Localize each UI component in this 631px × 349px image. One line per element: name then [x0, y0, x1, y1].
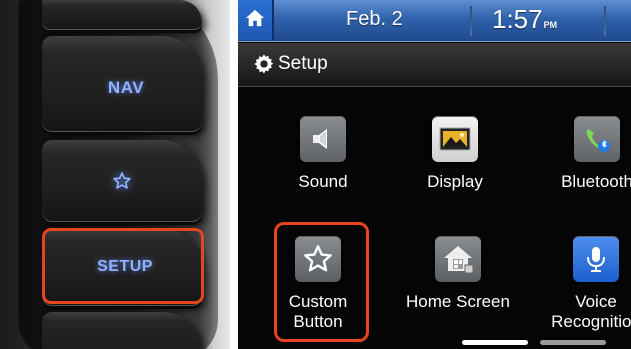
tile-label-bluetooth: Bluetooth: [561, 172, 631, 191]
home-screen-icon: [435, 236, 481, 282]
image-separator: [230, 0, 238, 349]
menu-tile-bluetooth[interactable]: Bluetooth: [542, 116, 631, 192]
nav-key-label: NAV: [107, 78, 145, 97]
console-key-top[interactable]: [42, 0, 202, 30]
status-bar: Feb. 2 1:57PM: [238, 0, 631, 42]
title-bar: Setup: [238, 43, 631, 87]
menu-tile-display[interactable]: Display: [410, 116, 500, 192]
clock-ampm: PM: [543, 20, 558, 30]
infotainment-screen: Feb. 2 1:57PM Setup Sound Display Blueto…: [238, 0, 631, 349]
status-divider: [470, 6, 472, 36]
gear-icon: [253, 53, 275, 75]
custom-button-highlight: [274, 222, 369, 342]
page-indicator-active: [462, 340, 528, 345]
tile-label-display: Display: [427, 172, 483, 191]
page-title: Setup: [278, 53, 328, 74]
tile-label-sound: Sound: [298, 172, 348, 191]
clock-display: 1:57PM: [492, 4, 557, 35]
star-outline-icon: [112, 171, 132, 191]
bluetooth-phone-icon: [574, 116, 620, 162]
clock-time: 1:57: [492, 4, 543, 34]
physical-console: NAV SETUP: [0, 0, 230, 349]
menu-tile-home-screen[interactable]: Home Screen: [398, 236, 518, 312]
home-icon: [244, 8, 266, 33]
tile-label-voice-recognition: Voice Recognition: [551, 292, 631, 331]
tile-label-home-screen: Home Screen: [406, 292, 510, 311]
display-icon: [432, 116, 478, 162]
setup-key-highlight: [42, 228, 204, 304]
date-display: Feb. 2: [346, 8, 403, 30]
microphone-icon: [573, 236, 619, 282]
nav-key[interactable]: NAV: [42, 36, 202, 132]
status-divider: [604, 6, 606, 36]
menu-tile-voice-recognition[interactable]: Voice Recognition: [536, 236, 631, 332]
page-indicator-inactive: [540, 340, 606, 345]
menu-tile-sound[interactable]: Sound: [278, 116, 368, 192]
home-button[interactable]: [238, 0, 274, 40]
speaker-icon: [300, 116, 346, 162]
console-key-bottom[interactable]: [42, 312, 202, 349]
star-key[interactable]: [42, 140, 202, 222]
